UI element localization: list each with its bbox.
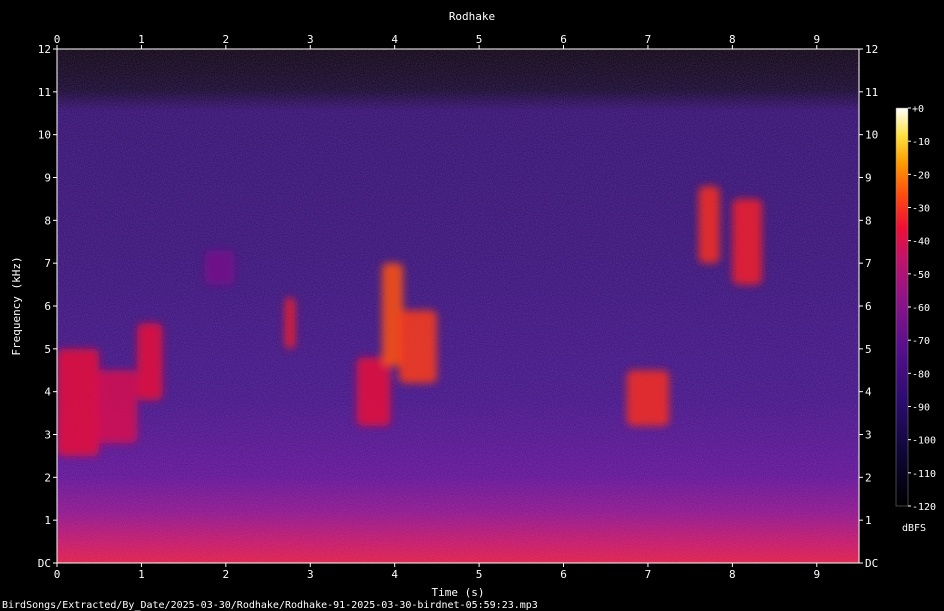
colorbar-tick-label: -100 bbox=[912, 436, 936, 447]
call-burst-2 bbox=[137, 323, 163, 401]
y-tick-label-right: 10 bbox=[865, 129, 878, 142]
x-tick-label-bottom: 6 bbox=[560, 568, 567, 581]
y-tick-label-left: 2 bbox=[44, 471, 51, 484]
colorbar-ticks: +0 -10 -20 -30 -40 -50 -60 -70 -80 -90 -100 -110 -12… bbox=[908, 104, 936, 513]
x-tick-label-bottom: 7 bbox=[645, 568, 652, 581]
x-tick-label-top: 0 bbox=[54, 33, 61, 46]
y-tick-label-left: DC bbox=[38, 557, 51, 570]
y-tick-label-right: 8 bbox=[865, 214, 872, 227]
call-burst-0 bbox=[57, 348, 100, 456]
y-tick-label-right: 11 bbox=[865, 86, 878, 99]
plot-area bbox=[57, 49, 859, 563]
x-tick-label-bottom: 4 bbox=[391, 568, 398, 581]
call-burst-9 bbox=[698, 186, 720, 264]
colorbar-tick-label: -10 bbox=[912, 137, 930, 148]
x-tick-label-top: 6 bbox=[560, 33, 567, 46]
y-tick-label-left: 3 bbox=[44, 429, 51, 442]
colorbar-tick-label: -30 bbox=[912, 204, 930, 215]
x-axis-label: Time (s) bbox=[432, 586, 485, 599]
x-tick-label-top: 8 bbox=[729, 33, 736, 46]
x-tick-label-bottom: 2 bbox=[223, 568, 230, 581]
y-tick-label-right: 12 bbox=[865, 43, 878, 56]
colorbar-tick-label: -80 bbox=[912, 369, 930, 380]
y-tick-label-left: 12 bbox=[38, 43, 51, 56]
y-tick-label-left: 11 bbox=[38, 86, 51, 99]
y-tick-label-right: 6 bbox=[865, 300, 872, 313]
spectrogram-noise bbox=[57, 49, 859, 563]
x-tick-label-bottom: 1 bbox=[138, 568, 145, 581]
colorbar-tick-label: -110 bbox=[912, 469, 936, 480]
y-tick-label-right: 3 bbox=[865, 429, 872, 442]
call-burst-8 bbox=[626, 370, 670, 426]
colorbar-tick-label: -90 bbox=[912, 403, 930, 414]
chart-title: Rodhake bbox=[449, 10, 495, 23]
y-tick-label-left: 1 bbox=[44, 514, 51, 527]
call-burst-10 bbox=[732, 198, 762, 285]
x-tick-label-top: 4 bbox=[391, 33, 398, 46]
colorbar-tick-label: -60 bbox=[912, 303, 930, 314]
x-tick-label-top: 1 bbox=[138, 33, 145, 46]
call-burst-7 bbox=[398, 310, 437, 384]
colorbar bbox=[895, 107, 909, 507]
colorbar-tick-label: -50 bbox=[912, 270, 930, 281]
x-tick-label-bottom: 3 bbox=[307, 568, 314, 581]
colorbar-tick-label: -20 bbox=[912, 170, 930, 181]
y-tick-label-right: 4 bbox=[865, 386, 872, 399]
y-tick-label-right: DC bbox=[865, 557, 878, 570]
colorbar-tick-label: -120 bbox=[912, 502, 936, 513]
y-tick-label-left: 10 bbox=[38, 129, 51, 142]
y-tick-label-left: 8 bbox=[44, 214, 51, 227]
y-tick-label-right: 5 bbox=[865, 343, 872, 356]
y-tick-label-right: 2 bbox=[865, 471, 872, 484]
x-tick-label-bottom: 0 bbox=[54, 568, 61, 581]
colorbar-tick-label: -70 bbox=[912, 336, 930, 347]
x-tick-label-top: 2 bbox=[223, 33, 230, 46]
y-tick-label-left: 5 bbox=[44, 343, 51, 356]
y-tick-label-left: 9 bbox=[44, 172, 51, 185]
colorbar-tick-label: +0 bbox=[912, 104, 924, 115]
x-tick-label-top: 9 bbox=[813, 33, 820, 46]
y-tick-label-right: 1 bbox=[865, 514, 872, 527]
x-tick-label-bottom: 5 bbox=[476, 568, 483, 581]
x-tick-label-bottom: 9 bbox=[813, 568, 820, 581]
call-burst-1 bbox=[94, 370, 138, 444]
x-tick-label-top: 3 bbox=[307, 33, 314, 46]
colorbar-label: dBFS bbox=[902, 523, 926, 534]
file-path: BirdSongs/Extracted/By_Date/2025-03-30/R… bbox=[2, 600, 538, 611]
x-tick-label-top: 7 bbox=[645, 33, 652, 46]
colorbar-tick-label: -40 bbox=[912, 237, 930, 248]
call-burst-5 bbox=[356, 357, 391, 426]
call-burst-3 bbox=[204, 250, 235, 285]
x-tick-label-top: 5 bbox=[476, 33, 483, 46]
call-burst-4 bbox=[284, 297, 296, 349]
spectrogram-chart: Rodhake 00112233445566778899 DC DC1 12 23 34… bbox=[2, 10, 936, 611]
y-tick-label-left: 6 bbox=[44, 300, 51, 313]
y-axis-label: Frequency (kHz) bbox=[10, 256, 23, 355]
y-tick-label-right: 7 bbox=[865, 257, 872, 270]
y-tick-label-left: 4 bbox=[44, 386, 51, 399]
y-tick-label-right: 9 bbox=[865, 172, 872, 185]
x-tick-label-bottom: 8 bbox=[729, 568, 736, 581]
y-tick-label-left: 7 bbox=[44, 257, 51, 270]
